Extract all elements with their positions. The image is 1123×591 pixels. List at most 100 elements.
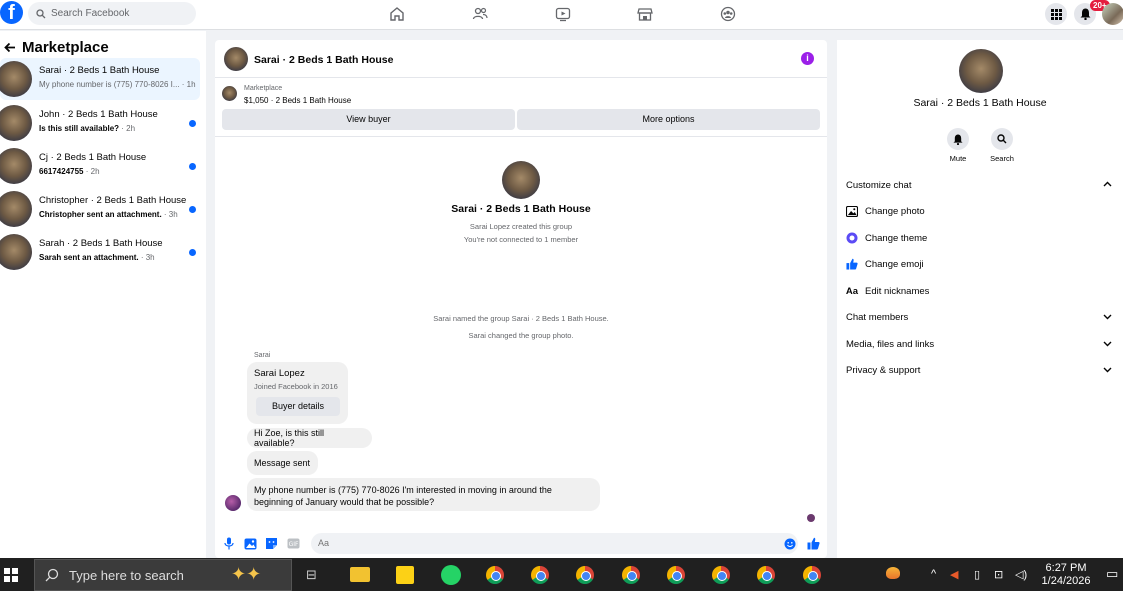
mute-button[interactable]: Mute [938,128,978,163]
system-message: Sarai named the group Sarai · 2 Beds 1 B… [433,314,609,323]
search-icon [36,8,46,18]
conversation-item[interactable]: Christopher · 2 Beds 1 Bath House Christ… [0,188,200,230]
chrome-icon[interactable] [622,566,640,584]
profile-avatar[interactable] [1102,3,1123,25]
back-arrow-icon[interactable] [4,42,16,53]
taskbar-clock[interactable]: 6:27 PM 1/24/2026 [1036,562,1096,588]
like-thumb-icon [846,258,858,270]
marketplace-sidebar: Marketplace Sarai · 2 Beds 1 Bath House … [0,31,206,558]
weather-icon[interactable] [886,567,900,579]
chevron-down-icon [1103,341,1112,347]
clock-date: 1/24/2026 [1041,575,1091,587]
search-placeholder: Search Facebook [51,8,130,19]
volume-icon[interactable]: ◁) [1015,568,1027,581]
task-view-icon[interactable]: ⊟ [306,567,317,583]
microphone-icon[interactable] [222,537,235,550]
photo-icon [846,205,858,217]
chrome-icon[interactable] [757,566,775,584]
chrome-icon[interactable] [576,566,594,584]
listing-summary[interactable]: Marketplace $1,050 · 2 Beds 1 Bath House [222,85,822,107]
change-theme-label: Change theme [865,232,928,244]
change-photo-item[interactable]: Change photo [846,202,1118,220]
photo-icon[interactable] [244,537,257,550]
section-title: Privacy & support [846,364,921,376]
buyer-details-button[interactable]: Buyer details [256,397,340,416]
search-icon [997,134,1007,144]
conversation-item[interactable]: Sarah · 2 Beds 1 Bath House Sarah sent a… [0,231,200,273]
chat-panel: Sarai · 2 Beds 1 Bath House i Marketplac… [215,40,827,558]
media-files-section[interactable]: Media, files and links [846,335,1118,353]
search-in-chat-button[interactable]: Search [982,128,1022,163]
whatsapp-icon[interactable] [441,565,461,585]
video-icon[interactable] [554,5,572,23]
listing-price: $1,050 · 2 Beds 1 Bath House [244,96,352,105]
conversation-snippet: Is this still available? · 2h [39,124,136,133]
sticker-icon[interactable] [265,537,278,550]
change-theme-item[interactable]: Change theme [846,229,1118,247]
groups-icon[interactable] [719,5,737,23]
like-thumb-icon[interactable] [807,537,820,550]
top-bar: f Search Facebook 20+ [0,0,1123,30]
sender-name: Sarai [254,352,271,359]
windows-start-icon[interactable] [4,568,18,582]
chat-members-section[interactable]: Chat members [846,308,1118,326]
group-avatar[interactable] [959,49,1003,93]
file-explorer-icon[interactable] [350,567,370,582]
more-options-button[interactable]: More options [517,109,820,130]
conversation-name: Christopher · 2 Beds 1 Bath House [39,195,187,206]
chevron-down-icon [1103,367,1112,373]
message-bubble: Message sent [247,451,318,475]
change-photo-label: Change photo [865,205,925,217]
menu-grid-icon[interactable] [1045,3,1067,25]
avatar [0,148,32,184]
sticky-notes-icon[interactable] [396,566,414,584]
change-emoji-label: Change emoji [865,258,924,270]
friends-icon[interactable] [471,5,489,23]
edit-nicknames-item[interactable]: Aa Edit nicknames [846,282,1118,300]
customize-chat-section[interactable]: Customize chat [846,176,1118,194]
clock-time: 6:27 PM [1045,562,1087,574]
action-center-icon[interactable]: ▭ [1106,566,1118,582]
info-icon[interactable]: i [801,52,814,65]
buyer-joined: Joined Facebook in 2016 [254,382,338,391]
conversation-item[interactable]: Sarai · 2 Beds 1 Bath House My phone num… [0,58,200,100]
chrome-icon[interactable] [712,566,730,584]
edit-nicknames-label: Edit nicknames [865,285,930,297]
nickname-aa-icon: Aa [845,285,859,297]
message-composer: GIF [215,530,827,558]
notification-tray-icon[interactable]: ◀ [950,568,958,581]
facebook-search[interactable]: Search Facebook [28,2,196,25]
facebook-logo[interactable]: f [0,1,23,24]
view-buyer-button[interactable]: View buyer [222,109,515,130]
buyer-name: Sarai Lopez [254,368,305,379]
unread-dot [189,249,196,256]
chrome-icon[interactable] [667,566,685,584]
avatar [0,61,32,97]
chrome-icon[interactable] [531,566,549,584]
taskbar-search[interactable]: Type here to search ✦✦ [34,559,292,591]
home-icon[interactable] [388,5,406,23]
chevron-up-icon[interactable]: ^ [931,568,936,580]
chat-avatar[interactable] [224,47,248,71]
section-title: Chat members [846,311,909,323]
avatar [0,191,32,227]
conversation-name: Cj · 2 Beds 1 Bath House [39,152,147,163]
theme-circle-icon [846,232,858,244]
marketplace-icon[interactable] [636,5,654,23]
conversation-item[interactable]: John · 2 Beds 1 Bath House Is this still… [0,102,200,144]
network-icon[interactable]: ⊡ [994,568,1003,581]
message-input[interactable] [311,533,798,554]
chrome-icon[interactable] [486,566,504,584]
sidebar-header: Marketplace [4,39,109,56]
gif-icon[interactable]: GIF [287,537,300,550]
emoji-icon[interactable] [783,537,796,550]
change-emoji-item[interactable]: Change emoji [846,255,1118,273]
privacy-support-section[interactable]: Privacy & support [846,361,1118,379]
battery-icon[interactable]: ▯ [974,568,980,581]
chrome-icon[interactable] [803,566,821,584]
chat-title[interactable]: Sarai · 2 Beds 1 Bath House [254,54,393,66]
listing-thumbnail [222,86,237,101]
system-message: Sarai changed the group photo. [468,331,574,340]
divider [215,136,827,137]
conversation-item[interactable]: Cj · 2 Beds 1 Bath House 6617424755 · 2h [0,145,200,187]
